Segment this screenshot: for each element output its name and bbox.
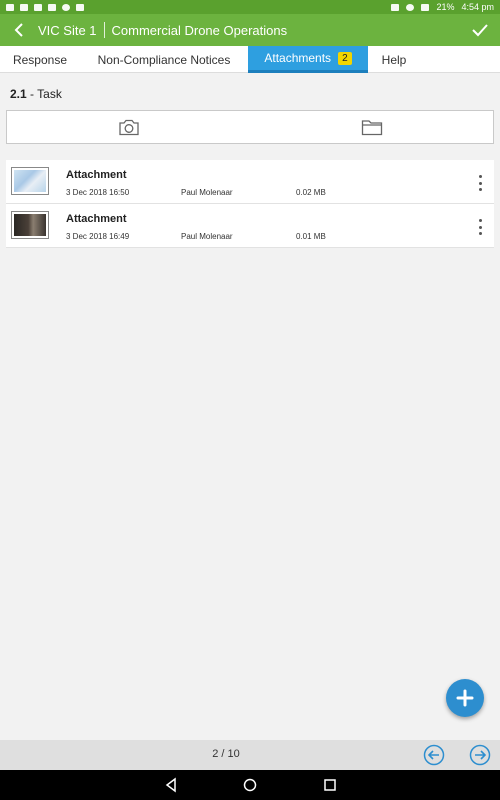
take-photo-button[interactable] xyxy=(7,111,250,143)
attachment-size: 0.01 MB xyxy=(296,232,326,241)
back-button[interactable] xyxy=(0,14,38,46)
more-options-icon[interactable] xyxy=(476,219,484,235)
page-indicator: 2 / 10 xyxy=(212,748,240,760)
browse-files-button[interactable] xyxy=(250,111,493,143)
add-attachment-button[interactable] xyxy=(446,679,484,717)
section-number: 2.1 xyxy=(10,87,27,101)
section-heading: 2.1 - Task xyxy=(10,87,62,101)
tab-attachments[interactable]: Attachments 2 xyxy=(248,46,368,73)
tab-non-compliance-notices[interactable]: Non-Compliance Notices xyxy=(80,46,248,73)
tab-response[interactable]: Response xyxy=(0,46,80,73)
battery-icon xyxy=(421,3,430,11)
dropbox-notification-icon xyxy=(34,3,42,11)
next-page-button[interactable] xyxy=(469,744,491,766)
attachment-title: Attachment xyxy=(66,213,127,225)
section-name: Task xyxy=(37,87,62,101)
attachment-thumbnail xyxy=(11,211,49,239)
photo-notification-icon xyxy=(6,3,14,11)
notification-icons xyxy=(6,3,84,11)
page-title: VIC Site 1 Commercial Drone Operations xyxy=(38,22,287,38)
cloud-notification-icon xyxy=(62,3,70,11)
tab-label: Non-Compliance Notices xyxy=(97,52,231,67)
previous-page-button[interactable] xyxy=(423,744,445,766)
attachment-date: 3 Dec 2018 16:49 xyxy=(66,232,130,241)
play-store-notification-icon xyxy=(76,3,84,11)
attachment-size: 0.02 MB xyxy=(296,188,326,197)
checkmark-icon xyxy=(472,24,488,37)
attachment-author: Paul Molenaar xyxy=(181,188,233,197)
vibrate-icon xyxy=(391,3,400,11)
tab-label: Response xyxy=(12,52,68,67)
wifi-icon xyxy=(406,3,415,11)
project-name: Commercial Drone Operations xyxy=(111,22,288,38)
attachment-title: Attachment xyxy=(66,169,127,181)
tab-label: Attachments xyxy=(264,51,332,65)
camera-icon xyxy=(118,119,139,135)
list-item[interactable]: Attachment 3 Dec 2018 16:49 Paul Molenaa… xyxy=(6,204,494,248)
folder-icon xyxy=(361,119,382,135)
clock: 4:54 pm xyxy=(461,2,494,12)
system-navigation-bar xyxy=(0,770,500,800)
status-bar: 21% 4:54 pm xyxy=(0,0,500,14)
mail-notification-icon xyxy=(20,3,28,11)
done-button[interactable] xyxy=(460,14,500,46)
pagination-bar: 2 / 10 xyxy=(0,740,500,770)
system-recents-icon[interactable] xyxy=(322,777,338,793)
title-divider xyxy=(103,22,105,38)
download-notification-icon xyxy=(48,3,56,11)
section-separator: - xyxy=(30,87,35,101)
battery-level: 21% xyxy=(436,2,455,12)
site-name: VIC Site 1 xyxy=(38,22,97,38)
attachment-source-bar xyxy=(6,110,494,144)
attachment-thumbnail xyxy=(11,167,49,195)
tab-bar: Response Non-Compliance Notices Attachme… xyxy=(0,46,500,73)
more-options-icon[interactable] xyxy=(476,175,484,191)
chevron-left-icon xyxy=(14,23,23,37)
attachments-count-badge: 2 xyxy=(338,51,352,65)
tab-label: Help xyxy=(381,52,407,67)
system-back-icon[interactable] xyxy=(163,777,179,793)
attachment-list: Attachment 3 Dec 2018 16:50 Paul Molenaa… xyxy=(6,160,494,248)
attachment-author: Paul Molenaar xyxy=(181,232,233,241)
attachment-date: 3 Dec 2018 16:50 xyxy=(66,188,130,197)
system-home-icon[interactable] xyxy=(242,777,258,793)
list-item[interactable]: Attachment 3 Dec 2018 16:50 Paul Molenaa… xyxy=(6,160,494,204)
tab-help[interactable]: Help xyxy=(368,46,420,73)
plus-icon xyxy=(456,689,474,707)
app-bar: VIC Site 1 Commercial Drone Operations xyxy=(0,14,500,46)
